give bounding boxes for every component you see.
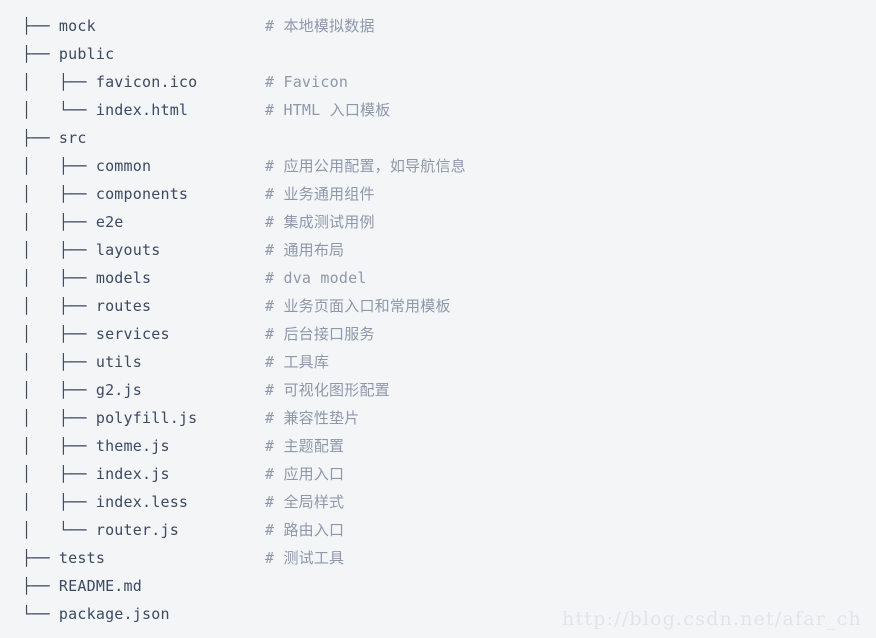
tree-path: │ ├── e2e bbox=[22, 213, 124, 231]
tree-path: │ ├── components bbox=[22, 185, 189, 203]
tree-comment: # 兼容性垫片 bbox=[265, 409, 360, 427]
tree-row: ├── tests # 测试工具 bbox=[0, 544, 876, 572]
watermark-text: http://blog.csdn.net/afar_ch bbox=[562, 608, 862, 630]
tree-row: │ ├── components # 业务通用组件 bbox=[0, 180, 876, 208]
tree-comment: # 全局样式 bbox=[265, 493, 345, 511]
tree-row: │ └── index.html # HTML 入口模板 bbox=[0, 96, 876, 124]
tree-path: │ ├── services bbox=[22, 325, 170, 343]
tree-comment: # 可视化图形配置 bbox=[265, 381, 390, 399]
directory-tree-list: ├── mock # 本地模拟数据 ├── public │ ├── favicon.… bbox=[0, 12, 876, 628]
tree-row: │ ├── index.js # 应用入口 bbox=[0, 460, 876, 488]
tree-row: │ ├── utils # 工具库 bbox=[0, 348, 876, 376]
tree-path: │ ├── layouts bbox=[22, 241, 161, 259]
tree-comment: # 应用入口 bbox=[265, 465, 345, 483]
tree-path: ├── src bbox=[22, 129, 87, 147]
tree-comment: # 通用布局 bbox=[265, 241, 345, 259]
tree-row: │ ├── services # 后台接口服务 bbox=[0, 320, 876, 348]
tree-row: │ ├── routes # 业务页面入口和常用模板 bbox=[0, 292, 876, 320]
tree-comment: # 主题配置 bbox=[265, 437, 345, 455]
tree-row: │ └── router.js # 路由入口 bbox=[0, 516, 876, 544]
tree-comment: # 路由入口 bbox=[265, 521, 345, 539]
tree-row: │ ├── polyfill.js # 兼容性垫片 bbox=[0, 404, 876, 432]
tree-row: │ ├── e2e # 集成测试用例 bbox=[0, 208, 876, 236]
tree-path: │ ├── polyfill.js bbox=[22, 409, 198, 427]
tree-path: ├── public bbox=[22, 45, 115, 63]
tree-path: │ ├── g2.js bbox=[22, 381, 142, 399]
tree-row: │ ├── layouts # 通用布局 bbox=[0, 236, 876, 264]
tree-path: │ └── router.js bbox=[22, 521, 179, 539]
tree-path: │ ├── models bbox=[22, 269, 152, 287]
tree-comment: # Favicon bbox=[265, 73, 349, 91]
tree-row: │ ├── index.less # 全局样式 bbox=[0, 488, 876, 516]
tree-path: │ ├── routes bbox=[22, 297, 152, 315]
tree-comment: # 本地模拟数据 bbox=[265, 17, 375, 35]
tree-path: ├── README.md bbox=[22, 577, 142, 595]
tree-row: │ ├── theme.js # 主题配置 bbox=[0, 432, 876, 460]
tree-comment: # 业务页面入口和常用模板 bbox=[265, 297, 451, 315]
tree-path: │ ├── favicon.ico bbox=[22, 73, 198, 91]
tree-comment: # 集成测试用例 bbox=[265, 213, 375, 231]
tree-row: ├── src bbox=[0, 124, 876, 152]
tree-path: │ ├── utils bbox=[22, 353, 142, 371]
directory-tree-block: ├── mock # 本地模拟数据 ├── public │ ├── favicon.… bbox=[0, 0, 876, 638]
tree-row: │ ├── models # dva model bbox=[0, 264, 876, 292]
tree-comment: # 应用公用配置，如导航信息 bbox=[265, 157, 466, 175]
tree-path: │ └── index.html bbox=[22, 101, 189, 119]
tree-row: ├── public bbox=[0, 40, 876, 68]
tree-comment: # dva model bbox=[265, 269, 367, 287]
tree-row: ├── mock # 本地模拟数据 bbox=[0, 12, 876, 40]
tree-path: ├── tests bbox=[22, 549, 106, 567]
tree-path: │ ├── theme.js bbox=[22, 437, 170, 455]
tree-row: │ ├── g2.js # 可视化图形配置 bbox=[0, 376, 876, 404]
tree-comment: # 测试工具 bbox=[265, 549, 345, 567]
tree-path: └── package.json bbox=[22, 605, 170, 623]
tree-path: ├── mock bbox=[22, 17, 96, 35]
tree-path: │ ├── common bbox=[22, 157, 152, 175]
tree-row: │ ├── favicon.ico # Favicon bbox=[0, 68, 876, 96]
tree-row: ├── README.md bbox=[0, 572, 876, 600]
tree-row: │ ├── common # 应用公用配置，如导航信息 bbox=[0, 152, 876, 180]
tree-comment: # 业务通用组件 bbox=[265, 185, 375, 203]
tree-comment: # 工具库 bbox=[265, 353, 330, 371]
tree-comment: # HTML 入口模板 bbox=[265, 101, 391, 119]
tree-path: │ ├── index.js bbox=[22, 465, 170, 483]
tree-path: │ ├── index.less bbox=[22, 493, 189, 511]
tree-comment: # 后台接口服务 bbox=[265, 325, 375, 343]
